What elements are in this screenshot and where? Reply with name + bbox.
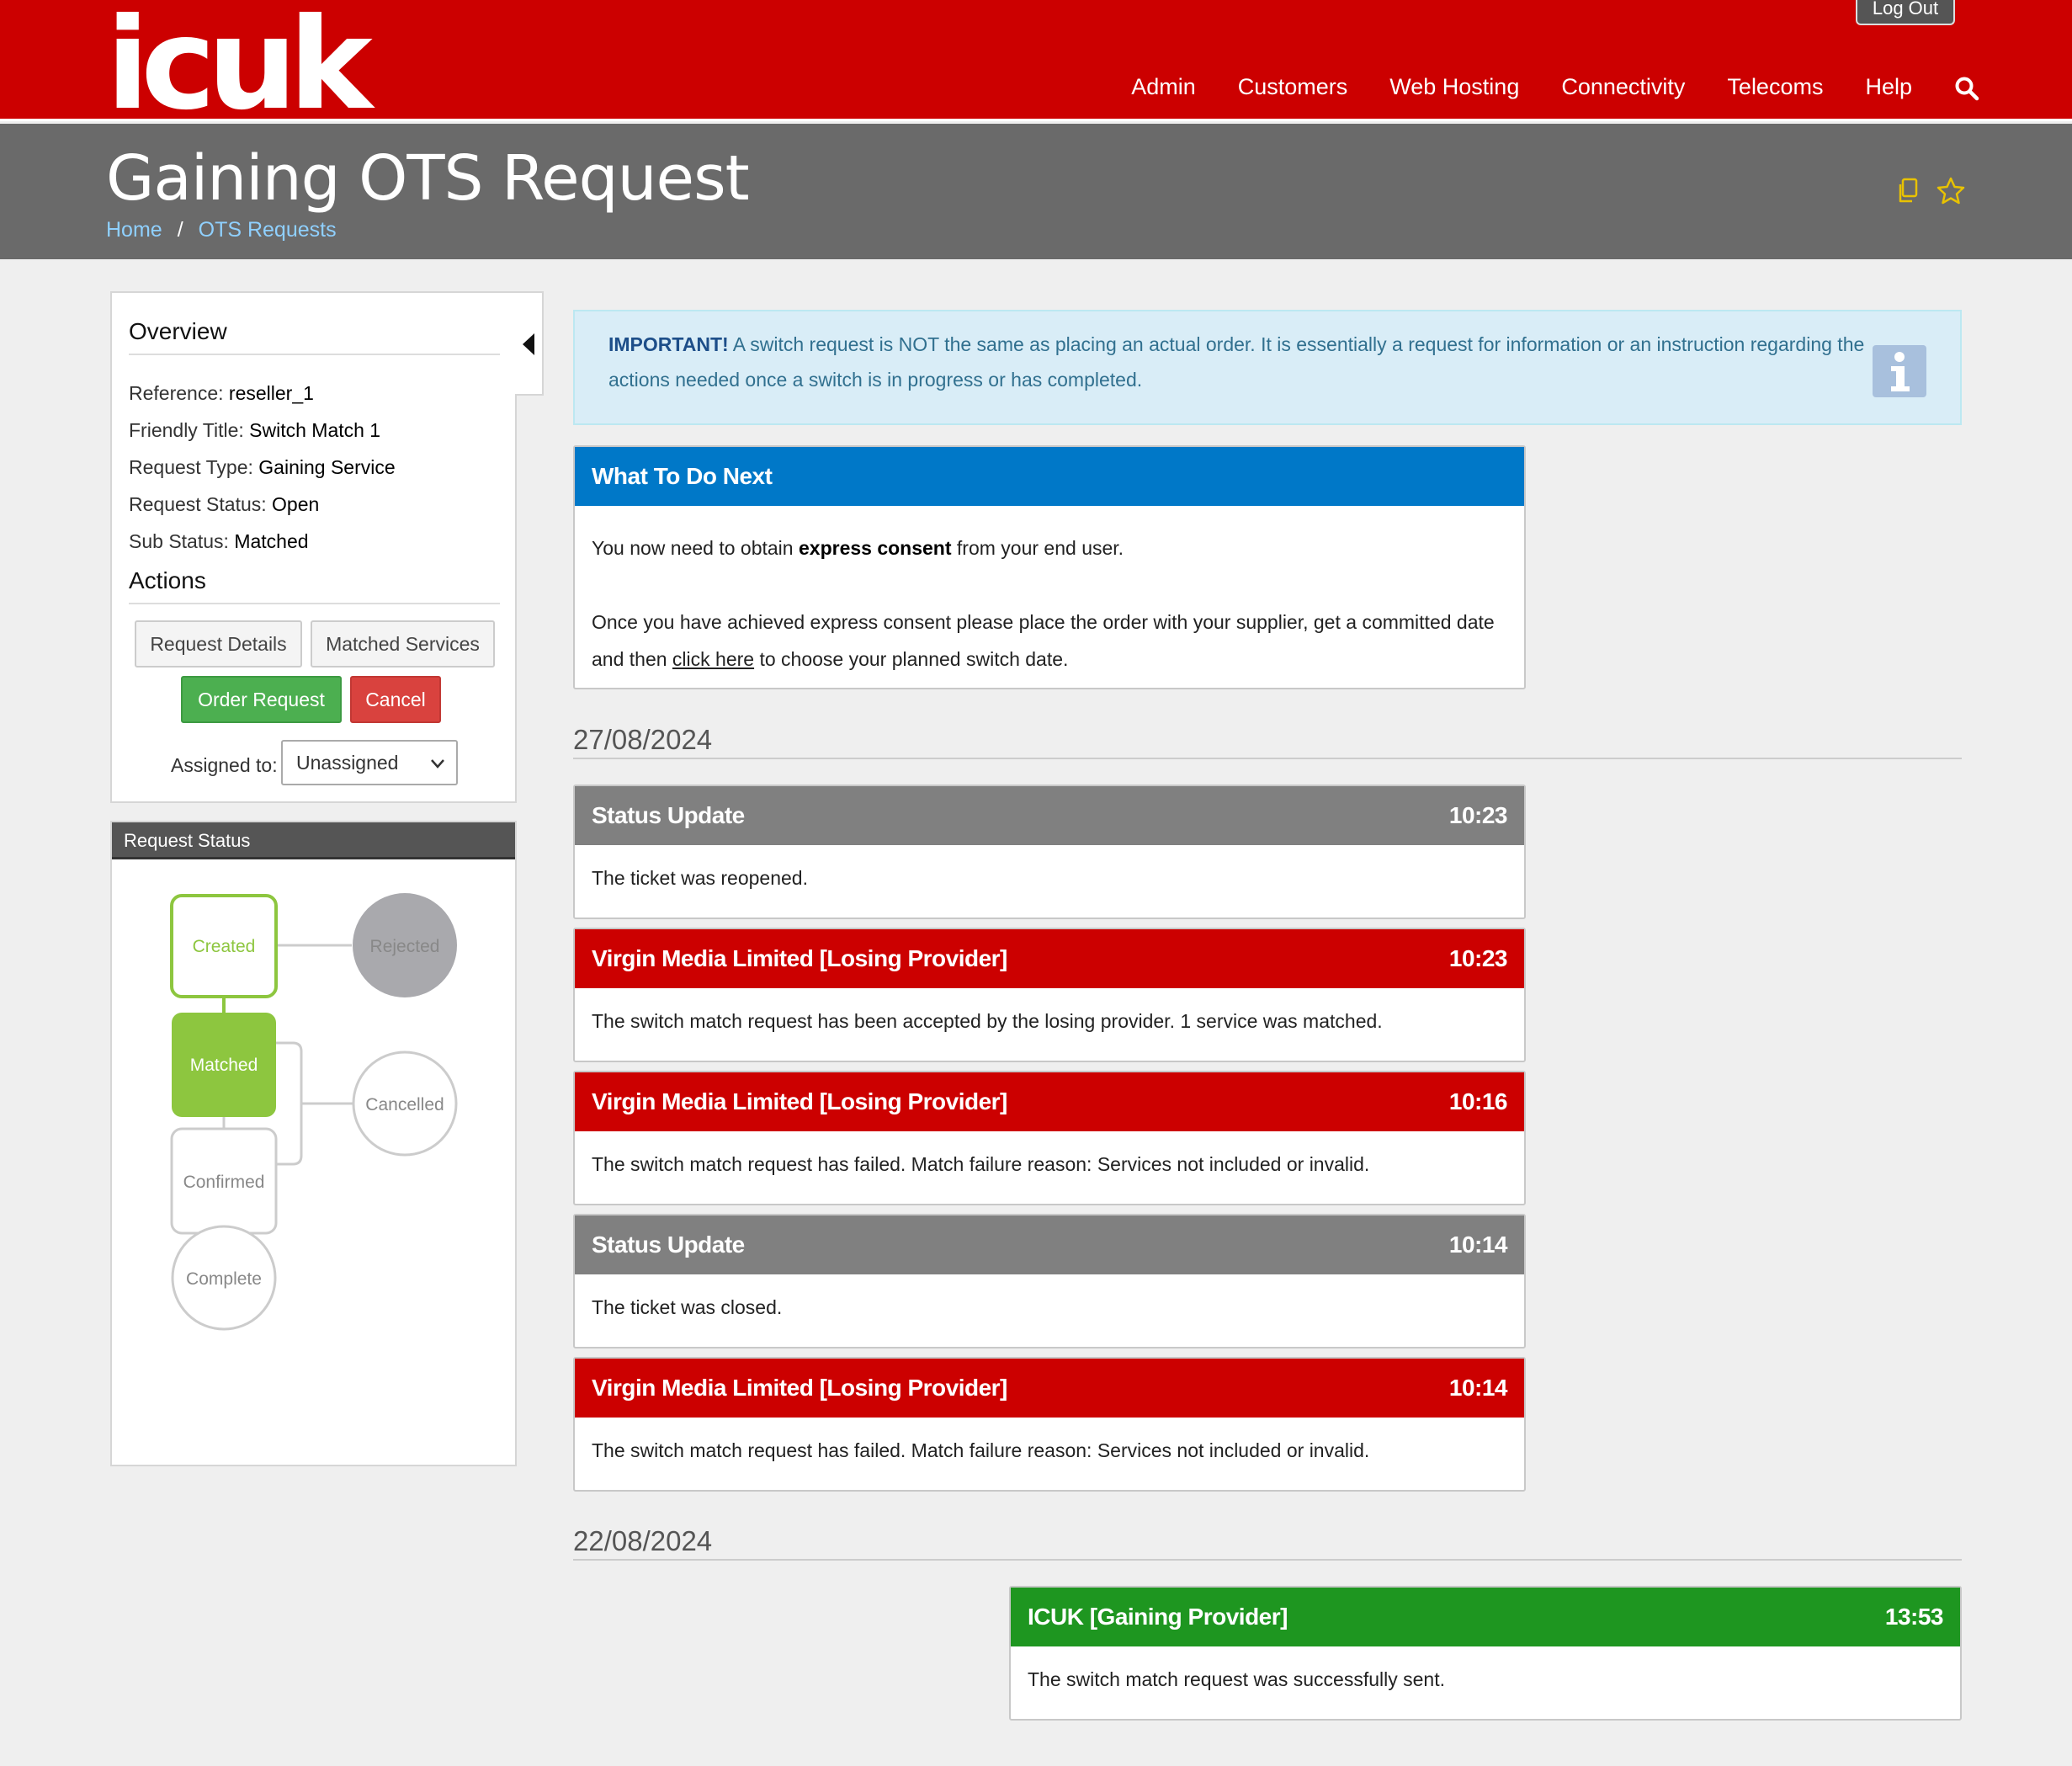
timeline-event: Virgin Media Limited [Losing Provider] 10… [573, 1071, 1526, 1205]
svg-text:Confirmed: Confirmed [183, 1173, 265, 1192]
event-body: The switch match request has been accept… [592, 1010, 1383, 1032]
copy-icon[interactable] [1894, 176, 1924, 206]
alert-text: A switch request is NOT the same as plac… [608, 333, 1865, 391]
chevron-down-icon [431, 759, 444, 769]
what-to-do-next-header: What To Do Next [575, 447, 1524, 506]
event-title: Virgin Media Limited [Losing Provider] [592, 1375, 1007, 1401]
svg-text:Cancelled: Cancelled [365, 1095, 444, 1114]
event-time: 10:16 [1448, 1088, 1508, 1114]
nav-help[interactable]: Help [1865, 74, 1912, 100]
info-icon [1873, 345, 1926, 397]
connector-bracket [276, 1041, 303, 1166]
request-details-button[interactable]: Request Details [135, 620, 302, 668]
main-nav: Admin Customers Web Hosting Connectivity… [1089, 74, 1979, 101]
request-status-panel: Request Status Created Rejected Matched … [110, 821, 517, 1466]
timeline-event: Virgin Media Limited [Losing Provider] 10… [573, 1357, 1526, 1492]
field-request-type: Request Type: Gaining Service [129, 456, 396, 478]
event-time: 10:23 [1448, 945, 1508, 971]
collapse-left-icon [523, 333, 534, 355]
next-line-2: Once you have achieved express consent p… [592, 611, 1495, 670]
assigned-select[interactable]: Unassigned [281, 740, 458, 785]
svg-text:Matched: Matched [190, 1056, 258, 1075]
nav-customers[interactable]: Customers [1238, 74, 1348, 100]
event-title: Virgin Media Limited [Losing Provider] [592, 1088, 1007, 1114]
overview-panel: Overview Reference: reseller_1 Friendly … [110, 291, 517, 803]
icuk-logo[interactable]: icuk [106, 2, 373, 128]
event-body: The switch match request has failed. Mat… [592, 1439, 1370, 1461]
event-title: Status Update [592, 802, 745, 828]
state-cancelled: Cancelled [352, 1051, 458, 1157]
event-body: The ticket was closed. [592, 1296, 783, 1318]
event-time: 10:14 [1448, 1231, 1508, 1258]
timeline-event: Status Update 10:14 The ticket was closed… [573, 1214, 1526, 1348]
breadcrumb: Home / OTS Requests [106, 218, 337, 242]
matched-services-button[interactable]: Matched Services [311, 620, 495, 668]
breadcrumb-separator: / [177, 218, 183, 242]
search-icon[interactable] [1954, 76, 1979, 101]
date-heading-1: 27/08/2024 [573, 724, 1962, 759]
event-title: Virgin Media Limited [Losing Provider] [592, 945, 1007, 971]
state-created: Created [170, 894, 278, 998]
state-confirmed: Confirmed [170, 1127, 278, 1235]
event-time: 10:14 [1448, 1375, 1508, 1401]
event-time: 13:53 [1884, 1604, 1944, 1630]
nav-telecoms[interactable]: Telecoms [1727, 74, 1823, 100]
timeline-event: Virgin Media Limited [Losing Provider] 10… [573, 928, 1526, 1062]
alert-strong: IMPORTANT! [608, 333, 729, 355]
nav-web-hosting[interactable]: Web Hosting [1389, 74, 1519, 100]
event-body: The ticket was reopened. [592, 867, 808, 889]
event-body: The switch match request has failed. Mat… [592, 1153, 1370, 1175]
svg-text:Created: Created [193, 937, 256, 956]
logout-button[interactable]: Log Out [1856, 0, 1955, 25]
breadcrumb-ots-requests[interactable]: OTS Requests [199, 218, 337, 242]
top-bar: icuk Log Out Admin Customers Web Hosting… [0, 0, 2072, 128]
collapse-sidebar-tab[interactable] [515, 291, 544, 396]
assigned-label: Assigned to: [171, 754, 278, 776]
cancel-button[interactable]: Cancel [350, 676, 441, 723]
breadcrumb-home[interactable]: Home [106, 218, 162, 242]
request-status-heading: Request Status [112, 822, 515, 859]
overview-heading: Overview [129, 318, 500, 355]
nav-admin[interactable]: Admin [1131, 74, 1196, 100]
title-bar: Gaining OTS Request Home / OTS Requests [0, 124, 2072, 259]
nav-connectivity[interactable]: Connectivity [1561, 74, 1685, 100]
important-alert: IMPORTANT! A switch request is NOT the s… [573, 310, 1962, 425]
svg-text:Rejected: Rejected [370, 937, 440, 956]
order-request-button[interactable]: Order Request [181, 676, 342, 723]
timeline-event: Status Update 10:23 The ticket was reopen… [573, 785, 1526, 919]
event-title: Status Update [592, 1231, 745, 1258]
what-to-do-next-title: What To Do Next [592, 463, 773, 489]
click-here-link[interactable]: click here [672, 648, 754, 670]
state-rejected: Rejected [353, 893, 457, 997]
event-time: 10:23 [1448, 802, 1508, 828]
next-line-1: You now need to obtain express consent f… [592, 537, 1124, 559]
actions-heading: Actions [129, 567, 500, 604]
state-complete: Complete [171, 1225, 277, 1331]
timeline-event: ICUK [Gaining Provider] 13:53 The switch … [1009, 1586, 1962, 1721]
what-to-do-next-card: What To Do Next You now need to obtain e… [573, 445, 1526, 689]
field-sub-status: Sub Status: Matched [129, 530, 309, 552]
page-title: Gaining OTS Request [106, 142, 750, 215]
status-flow-diagram: Created Rejected Matched Cancelled Confi… [170, 893, 458, 1331]
star-icon[interactable] [1936, 176, 1966, 206]
field-reference: Reference: reseller_1 [129, 382, 314, 404]
state-matched: Matched [172, 1013, 276, 1117]
date-heading-2: 22/08/2024 [573, 1525, 1962, 1561]
event-body: The switch match request was successfull… [1028, 1668, 1445, 1690]
svg-text:Complete: Complete [186, 1269, 262, 1289]
event-title: ICUK [Gaining Provider] [1028, 1604, 1288, 1630]
field-friendly-title: Friendly Title: Switch Match 1 [129, 419, 381, 441]
field-request-status: Request Status: Open [129, 493, 320, 515]
